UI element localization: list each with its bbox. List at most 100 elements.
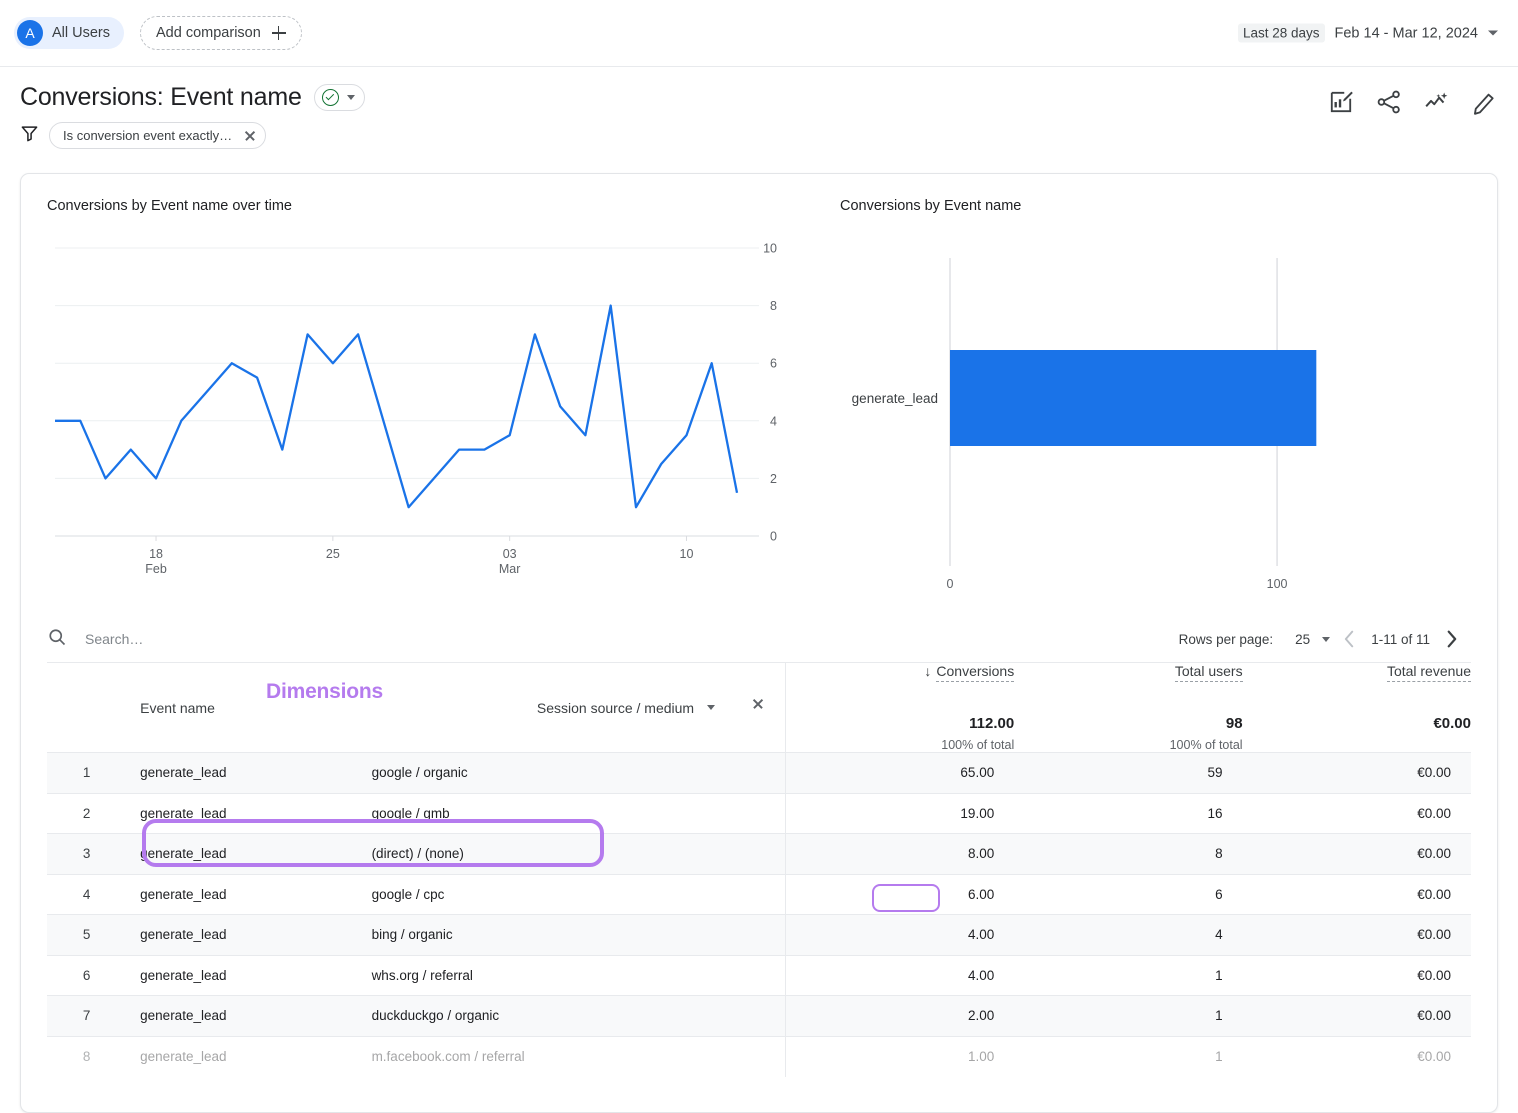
- row-spacer: [733, 793, 786, 834]
- date-range-picker[interactable]: Last 28 days Feb 14 - Mar 12, 2024: [1238, 24, 1498, 43]
- row-event-name: generate_lead: [126, 793, 357, 834]
- chevron-down-icon: [347, 95, 355, 100]
- table-row[interactable]: 3generate_lead(direct) / (none)8.008€0.0…: [47, 834, 1471, 875]
- filter-chip[interactable]: Is conversion event exactly…: [49, 122, 266, 149]
- row-index: 4: [47, 874, 126, 915]
- dimension-1-label: Event name: [126, 700, 215, 716]
- conversions-total-sub: 100% of total: [786, 738, 1014, 752]
- svg-text:100: 100: [1267, 577, 1288, 591]
- row-event-name: generate_lead: [126, 874, 357, 915]
- search-input[interactable]: [83, 630, 413, 648]
- svg-text:10: 10: [763, 242, 777, 256]
- search-icon: [47, 627, 67, 652]
- row-source-medium: google / organic: [358, 753, 734, 794]
- line-chart: Conversions by Event name over time 0246…: [47, 198, 782, 606]
- total-revenue-header-label[interactable]: Total revenue: [1387, 663, 1471, 682]
- svg-text:03: 03: [503, 547, 517, 561]
- row-total-revenue: €0.00: [1243, 1036, 1471, 1077]
- filter-chip-label: Is conversion event exactly…: [63, 128, 232, 143]
- svg-text:generate_lead: generate_lead: [852, 391, 938, 406]
- rows-per-page-select[interactable]: 25: [1295, 632, 1330, 647]
- chevron-down-icon: [1488, 31, 1498, 36]
- total-users-total-sub: 100% of total: [1014, 738, 1242, 752]
- svg-text:4: 4: [770, 414, 777, 428]
- next-page-button[interactable]: [1432, 628, 1471, 650]
- conversion-status-dropdown[interactable]: [314, 84, 365, 111]
- table-row[interactable]: 4generate_leadgoogle / cpc6.006€0.00: [47, 874, 1471, 915]
- plus-icon: [272, 26, 286, 40]
- svg-text:8: 8: [770, 299, 777, 313]
- row-index: 8: [47, 1036, 126, 1077]
- row-source-medium: (direct) / (none): [358, 834, 734, 875]
- insights-icon[interactable]: [1424, 89, 1450, 115]
- audience-label: All Users: [52, 25, 110, 41]
- row-total-users: 1: [1014, 955, 1242, 996]
- remove-dimension-icon[interactable]: [752, 698, 767, 713]
- edit-icon[interactable]: [1472, 89, 1498, 115]
- row-event-name: generate_lead: [126, 1036, 357, 1077]
- sort-descending-icon[interactable]: ↓: [924, 663, 931, 679]
- top-bar: A All Users Add comparison Last 28 days …: [0, 0, 1518, 67]
- close-icon[interactable]: [244, 130, 256, 142]
- table-row[interactable]: 7generate_leadduckduckgo / organic2.001€…: [47, 996, 1471, 1037]
- share-icon[interactable]: [1376, 89, 1402, 115]
- line-chart-svg[interactable]: 024681018Feb2503Mar10: [47, 236, 782, 601]
- chevron-down-icon: [707, 705, 715, 710]
- row-index: 6: [47, 955, 126, 996]
- row-conversions: 4.00: [786, 955, 1014, 996]
- row-spacer: [733, 753, 786, 794]
- row-total-users: 16: [1014, 793, 1242, 834]
- row-source-medium: duckduckgo / organic: [358, 996, 734, 1037]
- table-row[interactable]: 6generate_leadwhs.org / referral4.001€0.…: [47, 955, 1471, 996]
- total-revenue-header-cell: Total revenue €0.00: [1243, 663, 1471, 753]
- conversions-header-label[interactable]: Conversions: [936, 663, 1014, 682]
- conversions-header-cell: ↓ Conversions 112.00 100% of total: [786, 663, 1014, 753]
- audience-chip-all-users[interactable]: A All Users: [14, 17, 124, 49]
- row-conversions: 65.00: [786, 753, 1014, 794]
- bar-chart-title: Conversions by Event name: [840, 198, 1400, 214]
- table-row[interactable]: 2generate_leadgoogle / gmb19.0016€0.00: [47, 793, 1471, 834]
- row-total-users: 4: [1014, 915, 1242, 956]
- row-total-revenue: €0.00: [1243, 834, 1471, 875]
- row-spacer: [733, 915, 786, 956]
- data-table-area: Event name Session source / medium ↓Con: [21, 663, 1497, 1077]
- svg-text:6: 6: [770, 357, 777, 371]
- table-row[interactable]: 1generate_leadgoogle / organic65.0059€0.…: [47, 753, 1471, 794]
- previous-page-button[interactable]: [1330, 628, 1369, 650]
- row-index: 7: [47, 996, 126, 1037]
- dimension-2-label: Session source / medium: [537, 700, 694, 716]
- bar-chart-svg[interactable]: 0100generate_lead: [840, 236, 1400, 601]
- check-circle-icon: [322, 89, 339, 106]
- dimension-2-select[interactable]: Session source / medium: [537, 700, 715, 716]
- table-row[interactable]: 8generate_leadm.facebook.com / referral1…: [47, 1036, 1471, 1077]
- svg-text:10: 10: [680, 547, 694, 561]
- chevron-down-icon: [1322, 637, 1330, 642]
- table-controls: Rows per page: 25 1-11 of 11: [47, 616, 1471, 663]
- svg-text:2: 2: [770, 472, 777, 486]
- row-source-medium: bing / organic: [358, 915, 734, 956]
- row-spacer: [733, 1036, 786, 1077]
- row-event-name: generate_lead: [126, 834, 357, 875]
- customize-report-icon[interactable]: [1328, 89, 1354, 115]
- row-total-revenue: €0.00: [1243, 915, 1471, 956]
- add-comparison-button[interactable]: Add comparison: [140, 16, 302, 50]
- date-preset-badge: Last 28 days: [1238, 24, 1325, 43]
- row-conversions: 1.00: [786, 1036, 1014, 1077]
- svg-text:Feb: Feb: [145, 562, 167, 576]
- bar-chart: Conversions by Event name 0100generate_l…: [840, 198, 1400, 606]
- total-users-header-label[interactable]: Total users: [1175, 663, 1243, 682]
- conversions-total: 112.00: [786, 715, 1014, 732]
- row-spacer: [733, 834, 786, 875]
- table-body: 1generate_leadgoogle / organic65.0059€0.…: [47, 753, 1471, 1077]
- row-total-revenue: €0.00: [1243, 793, 1471, 834]
- row-total-users: 1: [1014, 996, 1242, 1037]
- total-users-total: 98: [1014, 715, 1242, 732]
- table-row[interactable]: 5generate_leadbing / organic4.004€0.00: [47, 915, 1471, 956]
- rows-per-page-value: 25: [1295, 632, 1310, 647]
- report-card: Conversions by Event name over time 0246…: [20, 173, 1498, 1113]
- line-chart-title: Conversions by Event name over time: [47, 198, 782, 214]
- page-title: Conversions: Event name: [20, 83, 302, 112]
- row-total-revenue: €0.00: [1243, 874, 1471, 915]
- row-conversions: 6.00: [786, 874, 1014, 915]
- report-header: Conversions: Event name Is conversion ev…: [0, 67, 1518, 149]
